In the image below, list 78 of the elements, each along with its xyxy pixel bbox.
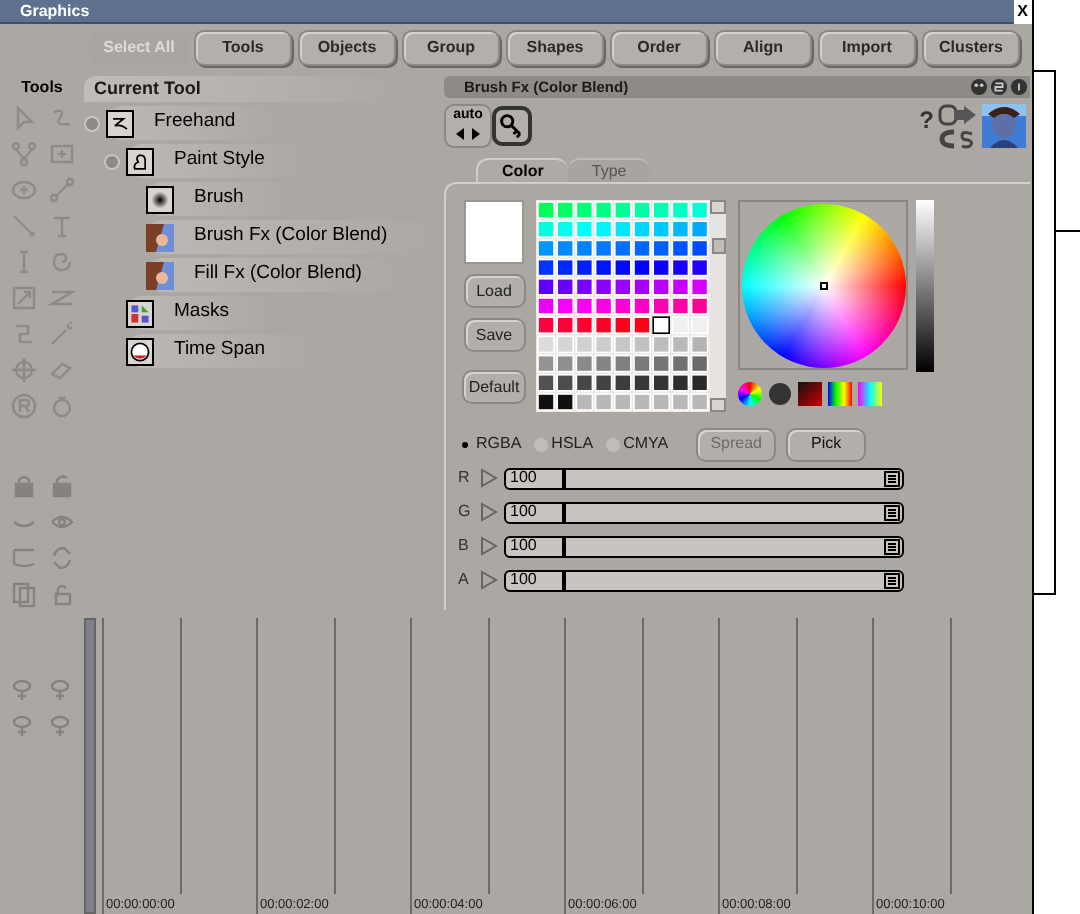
unlock-icon[interactable] <box>47 472 75 500</box>
channel-label: G <box>458 500 472 524</box>
value-field[interactable]: 100 <box>506 503 562 521</box>
info-icon[interactable] <box>1010 78 1028 96</box>
lock-icon[interactable] <box>9 472 37 500</box>
wheel-icon[interactable] <box>738 382 762 406</box>
help-button[interactable]: ? <box>919 108 934 132</box>
registered-icon[interactable] <box>9 392 37 420</box>
value-field[interactable]: 100 <box>506 571 562 589</box>
grid-icon[interactable] <box>884 537 900 555</box>
radio-option[interactable]: RGBA <box>458 432 522 456</box>
brightness-bar[interactable] <box>916 200 934 372</box>
pen-icon[interactable] <box>9 212 37 240</box>
collapse-toggle[interactable] <box>84 115 100 131</box>
refresh-icon[interactable] <box>47 544 75 572</box>
collapse-toggle[interactable] <box>104 153 120 169</box>
nodes-icon[interactable] <box>9 140 37 168</box>
spectrum-icon[interactable] <box>828 382 852 406</box>
left-arrow-icon[interactable] <box>456 128 464 140</box>
spiral-icon[interactable] <box>47 248 75 276</box>
line-icon[interactable] <box>47 176 75 204</box>
screen-icon[interactable] <box>9 544 37 572</box>
export-icon[interactable] <box>938 104 978 126</box>
toolbar-button[interactable]: Order <box>610 29 708 65</box>
cs-icon[interactable] <box>938 128 978 150</box>
channel-label: R <box>458 466 472 490</box>
target-icon[interactable] <box>9 356 37 384</box>
toolbar-button[interactable]: Clusters <box>922 29 1020 65</box>
toolbar-button[interactable]: Shapes <box>506 29 604 65</box>
wand-icon[interactable] <box>47 320 75 348</box>
value-field[interactable]: 100 <box>506 537 562 555</box>
toolbar-button[interactable]: Align <box>714 29 812 65</box>
key-icon[interactable] <box>492 106 532 146</box>
timer-icon <box>126 337 154 365</box>
masks-icon <box>126 299 154 327</box>
tools-label: Tools <box>21 76 63 100</box>
scrollbar[interactable] <box>710 200 726 412</box>
action-button[interactable]: Pick <box>786 427 867 461</box>
value-field[interactable]: 100 <box>506 469 562 487</box>
color-palette[interactable] <box>536 200 710 412</box>
stamp-icon[interactable] <box>47 392 75 420</box>
copy-icon[interactable] <box>9 580 37 608</box>
channel-label: B <box>458 534 471 558</box>
image-icon <box>146 261 174 289</box>
rectangle-icon[interactable] <box>47 140 75 168</box>
brush-icon <box>146 185 174 213</box>
radio-option[interactable]: CMYA <box>605 432 669 456</box>
panel-button[interactable]: Load <box>463 274 525 308</box>
scale-icon[interactable] <box>9 284 37 312</box>
grid-icon[interactable] <box>884 503 900 521</box>
slider[interactable]: 100 <box>504 569 904 591</box>
toolbar-button[interactable]: Objects <box>298 29 396 65</box>
toolbar-button[interactable]: Tools <box>194 29 292 65</box>
right-arrow-icon[interactable] <box>472 128 480 140</box>
close-button[interactable]: X <box>1013 0 1032 23</box>
radio-option[interactable]: HSLA <box>533 432 594 456</box>
tab[interactable]: Color <box>476 158 568 182</box>
slider[interactable]: 100 <box>504 501 904 523</box>
timeline-cursor[interactable] <box>84 618 96 914</box>
grid-icon[interactable] <box>884 571 900 589</box>
color-swatch <box>464 200 524 264</box>
window-title: Graphics <box>18 3 90 19</box>
hue-icon[interactable] <box>858 382 882 406</box>
slider[interactable]: 100 <box>504 467 904 489</box>
grid-icon[interactable] <box>884 469 900 487</box>
panel-button[interactable]: Default <box>462 370 526 404</box>
circle-icon[interactable] <box>768 382 792 406</box>
ellipse-icon[interactable] <box>9 176 37 204</box>
image-icon <box>146 223 174 251</box>
toolbar-button[interactable]: Group <box>402 29 500 65</box>
freehand-icon <box>106 109 134 137</box>
channel-label: A <box>458 568 471 592</box>
face-icon[interactable] <box>970 78 988 96</box>
color-wheel[interactable] <box>738 200 908 370</box>
toolbar-button[interactable]: Import <box>818 29 916 65</box>
slider[interactable]: 100 <box>504 535 904 557</box>
panel-button[interactable]: Save <box>463 318 525 352</box>
paint-icon <box>126 147 154 175</box>
